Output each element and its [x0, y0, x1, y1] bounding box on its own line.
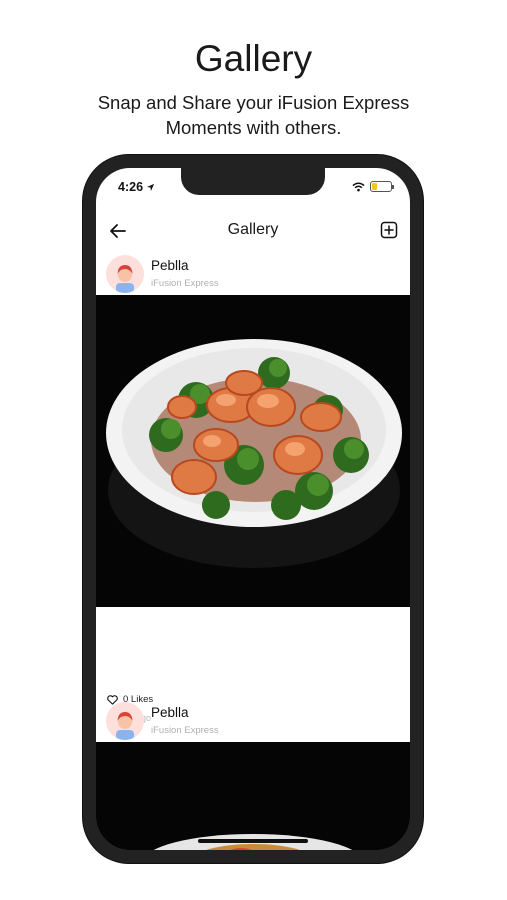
location-arrow-icon — [146, 183, 155, 191]
shrimp-broccoli-image — [96, 295, 410, 607]
phone-screen: 4:26 Gallery Peblla iFusion Express 0 Li… — [96, 168, 410, 850]
user-avatar-icon — [116, 265, 134, 293]
plus-square-icon[interactable] — [380, 221, 398, 239]
phone-frame: 4:26 Gallery Peblla iFusion Express 0 Li… — [83, 155, 423, 863]
status-time-text: 4:26 — [118, 180, 144, 194]
post-header[interactable]: Peblla iFusion Express — [96, 695, 410, 745]
nav-title: Gallery — [227, 221, 279, 238]
status-time: 4:26 — [118, 180, 155, 194]
battery-icon — [370, 181, 394, 192]
user-avatar-icon — [116, 712, 134, 740]
wifi-icon — [352, 182, 365, 191]
phone-notch — [181, 168, 325, 195]
avatar[interactable] — [106, 255, 144, 293]
status-icons — [352, 181, 394, 192]
post-user-name[interactable]: Peblla — [151, 258, 189, 273]
post-image[interactable] — [96, 295, 410, 607]
post-user-subtitle: iFusion Express — [151, 278, 219, 289]
post-header[interactable]: Peblla iFusion Express — [96, 248, 410, 298]
avatar[interactable] — [106, 702, 144, 740]
promo-subtitle: Snap and Share your iFusion Express Mome… — [97, 92, 410, 138]
promo-title: Gallery — [194, 38, 313, 79]
food-dish-image — [96, 742, 410, 850]
post-user-subtitle: iFusion Express — [151, 725, 219, 736]
nav-bar: Gallery — [96, 213, 410, 249]
post-image[interactable] — [96, 742, 410, 850]
home-indicator — [198, 839, 308, 843]
post-user-name[interactable]: Peblla — [151, 705, 189, 720]
